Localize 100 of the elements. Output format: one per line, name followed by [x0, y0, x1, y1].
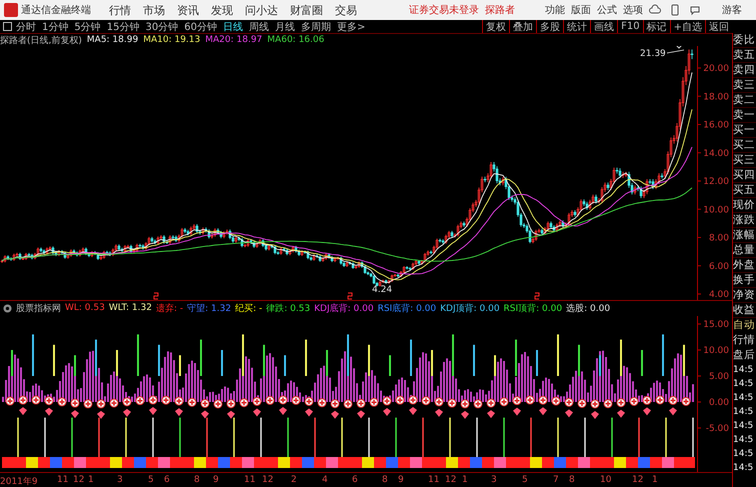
date-axis-label: 12: [262, 475, 274, 486]
quote-field-label: 涨跌: [733, 213, 756, 228]
date-axis-label: 11: [244, 475, 256, 486]
date-axis-label: 5: [522, 475, 528, 486]
indicator-name: 股票指标网: [16, 302, 61, 315]
date-axis-label: 1: [462, 475, 468, 486]
quote-field-label: 卖三: [733, 78, 756, 93]
menu-item[interactable]: 选项: [623, 3, 643, 17]
period-tab[interactable]: 周线: [248, 20, 269, 34]
mode-tab[interactable]: 自动: [733, 318, 756, 333]
price-axis-label: 20.00: [703, 64, 729, 74]
moving-average-label: MA20: 18.97: [205, 35, 262, 45]
menu-item[interactable]: 资讯: [177, 2, 199, 18]
panel-toggle-icon[interactable]: [3, 22, 12, 31]
settings-icon[interactable]: [3, 304, 12, 313]
event-marker-icon: [348, 292, 352, 300]
period-tab[interactable]: 多周期: [300, 20, 331, 34]
price-axis-label: 8.00: [708, 234, 729, 244]
period-tab[interactable]: 15分钟: [106, 20, 140, 34]
leader-line: [666, 50, 684, 54]
quote-field-label: 买二: [733, 138, 756, 153]
indicator-axis-label: 5.00: [708, 372, 729, 382]
mode-tab[interactable]: 行情: [733, 333, 756, 348]
date-axis-label: 9: [398, 475, 404, 486]
period-tab[interactable]: 日线: [222, 20, 243, 34]
stock-link[interactable]: 探路者: [485, 3, 515, 17]
quote-field-label: 现价: [733, 198, 756, 213]
quote-field-label: 卖五: [733, 48, 756, 63]
indicator-value: WLT: 1.32: [108, 303, 152, 314]
indicator-axis-label: 0.00: [708, 398, 729, 408]
indicator-value: KDJ底背: 0.00: [314, 302, 374, 315]
period-tab[interactable]: 5分钟: [74, 20, 101, 34]
indicator-axis-label: 10.00: [703, 346, 729, 356]
moving-average-label: MA60: 16.06: [267, 35, 324, 45]
mode-tab[interactable]: 盘后: [733, 348, 756, 363]
period-tab[interactable]: 1分钟: [42, 20, 68, 34]
user-name: 游客: [722, 4, 742, 17]
quote-field-label: 净资: [733, 288, 756, 303]
date-axis-label: 5: [148, 475, 154, 486]
quote-field-label: 买五: [733, 183, 756, 198]
quote-field-label: 买三: [733, 153, 756, 168]
message-icon[interactable]: [689, 4, 701, 16]
date-axis-label: 6: [164, 475, 170, 486]
menu-item[interactable]: 问小达: [245, 2, 278, 18]
date-axis-label: 6: [352, 475, 358, 486]
date-axis-label: 4: [322, 475, 328, 486]
moving-average-label: MA10: 19.13: [143, 35, 200, 45]
event-marker-icon: [534, 292, 540, 300]
date-axis-label: 12: [445, 475, 456, 486]
trade-time: 14:5: [733, 420, 754, 433]
date-axis-label: 10: [600, 475, 612, 486]
menu-item[interactable]: 财富圈: [290, 2, 323, 18]
quote-field-label: 总量: [733, 243, 756, 258]
date-axis-label: 3: [117, 475, 123, 486]
date-axis-label: 8: [569, 475, 575, 486]
date-axis-label: 12: [73, 475, 84, 486]
app-title: 通达信金融终端: [21, 4, 91, 17]
date-axis-label: 8: [194, 475, 200, 486]
menu-item[interactable]: 版面: [571, 3, 591, 17]
menu-item[interactable]: 市场: [143, 2, 165, 18]
date-axis-label: 12: [632, 475, 644, 486]
indicator-value: 遗弃: -: [156, 302, 184, 315]
phone-icon[interactable]: [669, 4, 681, 16]
cloud-icon[interactable]: [649, 4, 661, 16]
indicator-value: 选股: 0.00: [566, 302, 610, 315]
toolbar-button[interactable]: +自选: [670, 20, 705, 33]
price-axis-label: 18.00: [703, 92, 729, 102]
indicator-axis-label: -5.00: [706, 424, 729, 434]
trade-time: 14:5: [733, 392, 754, 405]
date-axis-label: 3: [491, 475, 497, 486]
trade-time: 14:5: [733, 364, 754, 377]
menu-item[interactable]: 公式: [597, 3, 617, 17]
quote-field-label: 委比: [733, 33, 756, 48]
period-tab[interactable]: 分时: [16, 20, 36, 34]
indicator-value: 律跌: 0.53: [266, 302, 310, 315]
quote-field-label: 收益: [733, 303, 756, 318]
menu-item[interactable]: 行情: [109, 2, 131, 18]
indicator-value: 纪买: -: [235, 302, 262, 315]
price-low-label: 4.24: [372, 285, 392, 295]
price-axis-label: 16.00: [703, 120, 729, 130]
trade-time: 14:5: [733, 462, 754, 475]
trade-time: 14:5: [733, 378, 754, 391]
period-tab[interactable]: 60分钟: [184, 20, 217, 34]
date-axis-label: 2011年9: [0, 476, 38, 487]
date-axis-label: 9: [213, 475, 219, 486]
period-tab[interactable]: 30分钟: [145, 20, 178, 34]
period-tab[interactable]: 月线: [274, 20, 295, 34]
indicator-value: 守望: 1.32: [187, 302, 232, 315]
menu-item[interactable]: 交易: [335, 2, 357, 18]
quote-field-label: 卖一: [733, 108, 756, 123]
quote-field-label: 涨幅: [733, 228, 756, 243]
menu-item[interactable]: 发现: [211, 2, 233, 18]
quote-field-label: 买四: [733, 168, 756, 183]
price-axis-label: 4.00: [708, 290, 729, 300]
indicator-value: KDJ顶背: 0.00: [440, 302, 500, 315]
date-axis-label: 7: [553, 475, 559, 486]
period-tab[interactable]: 更多>: [336, 20, 366, 34]
price-axis-label: 10.00: [703, 205, 729, 216]
menu-item[interactable]: 功能: [545, 3, 565, 17]
trade-time: 14:5: [733, 434, 754, 447]
